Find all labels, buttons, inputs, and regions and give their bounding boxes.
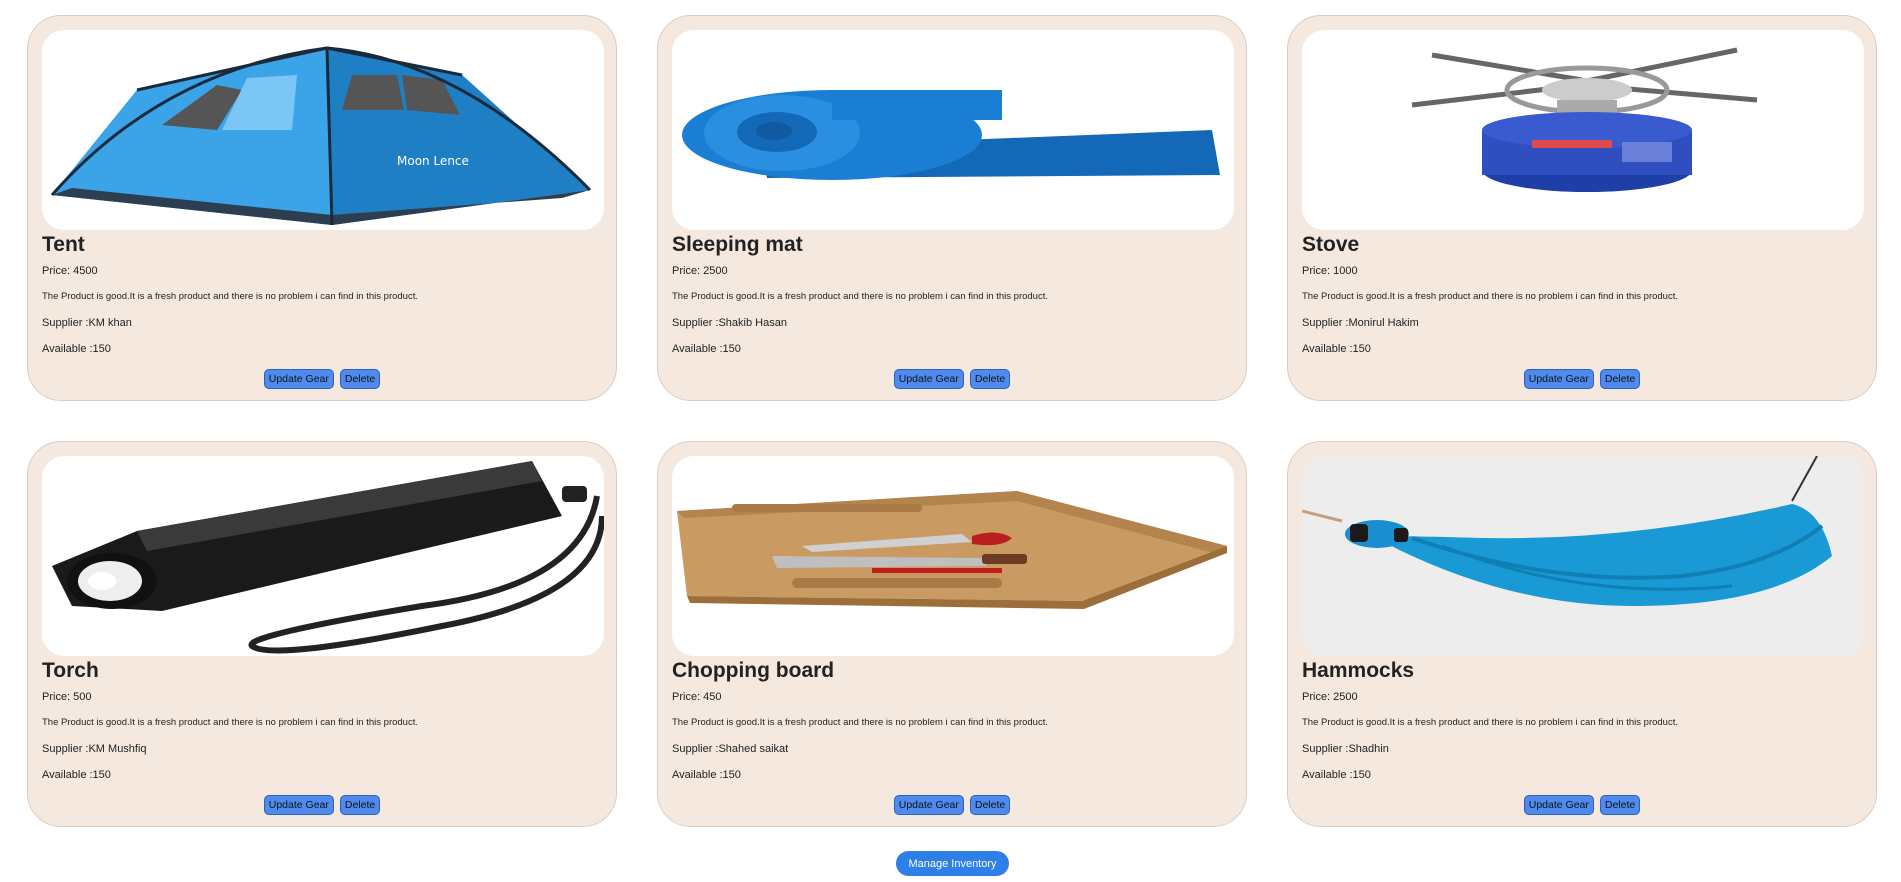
product-description: The Product is good.It is a fresh produc…	[1302, 291, 1678, 302]
update-gear-button[interactable]: Update Gear	[263, 369, 334, 389]
product-title: Hammocks	[1302, 659, 1415, 682]
product-price: Price: 1000	[1302, 265, 1358, 277]
delete-button[interactable]: Delete	[339, 795, 381, 815]
tent-image: Moon Lence	[42, 30, 604, 230]
product-supplier: Supplier :Shahed saikat	[672, 743, 789, 755]
update-gear-button[interactable]: Update Gear	[893, 795, 964, 815]
card-actions: Update Gear Delete	[1302, 795, 1862, 815]
delete-button[interactable]: Delete	[969, 795, 1011, 815]
product-description: The Product is good.It is a fresh produc…	[42, 717, 418, 728]
product-description: The Product is good.It is a fresh produc…	[42, 291, 418, 302]
update-gear-button[interactable]: Update Gear	[263, 795, 334, 815]
product-description: The Product is good.It is a fresh produc…	[672, 717, 1048, 728]
product-available: Available :150	[1302, 769, 1371, 781]
product-price: Price: 2500	[672, 265, 728, 277]
card-actions: Update Gear Delete	[1302, 369, 1862, 389]
product-card: Hammocks Price: 2500 The Product is good…	[1287, 441, 1877, 827]
update-gear-button[interactable]: Update Gear	[1523, 369, 1594, 389]
product-available: Available :150	[1302, 343, 1371, 355]
product-title: Stove	[1302, 233, 1360, 256]
delete-button[interactable]: Delete	[1599, 795, 1641, 815]
hammock-image	[1302, 456, 1864, 656]
product-supplier: Supplier :KM Mushfiq	[42, 743, 147, 755]
product-card: Sleeping mat Price: 2500 The Product is …	[657, 15, 1247, 401]
product-available: Available :150	[672, 769, 741, 781]
product-available: Available :150	[42, 769, 111, 781]
delete-button[interactable]: Delete	[969, 369, 1011, 389]
delete-button[interactable]: Delete	[1599, 369, 1641, 389]
chopping-board-image	[672, 456, 1234, 656]
product-description: The Product is good.It is a fresh produc…	[1302, 717, 1678, 728]
product-card: Stove Price: 1000 The Product is good.It…	[1287, 15, 1877, 401]
product-price: Price: 4500	[42, 265, 98, 277]
product-price: Price: 500	[42, 691, 92, 703]
tent-logo-text: Moon Lence	[397, 154, 469, 168]
product-card: Chopping board Price: 450 The Product is…	[657, 441, 1247, 827]
product-available: Available :150	[42, 343, 111, 355]
manage-inventory-button[interactable]: Manage Inventory	[896, 851, 1009, 876]
delete-button[interactable]: Delete	[339, 369, 381, 389]
product-card: Moon Lence Tent Price: 4500 The Product …	[27, 15, 617, 401]
product-title: Torch	[42, 659, 99, 682]
product-supplier: Supplier :KM khan	[42, 317, 132, 329]
product-supplier: Supplier :Shadhin	[1302, 743, 1389, 755]
product-price: Price: 450	[672, 691, 722, 703]
product-title: Tent	[42, 233, 85, 256]
product-supplier: Supplier :Monirul Hakim	[1302, 317, 1419, 329]
product-available: Available :150	[672, 343, 741, 355]
product-title: Sleeping mat	[672, 233, 803, 256]
product-description: The Product is good.It is a fresh produc…	[672, 291, 1048, 302]
stove-image	[1302, 30, 1864, 230]
update-gear-button[interactable]: Update Gear	[893, 369, 964, 389]
update-gear-button[interactable]: Update Gear	[1523, 795, 1594, 815]
product-supplier: Supplier :Shakib Hasan	[672, 317, 787, 329]
card-actions: Update Gear Delete	[42, 369, 602, 389]
card-actions: Update Gear Delete	[672, 795, 1232, 815]
product-title: Chopping board	[672, 659, 835, 682]
sleeping-mat-image	[672, 30, 1234, 230]
torch-image	[42, 456, 604, 656]
card-actions: Update Gear Delete	[672, 369, 1232, 389]
product-grid: Moon Lence Tent Price: 4500 The Product …	[27, 15, 1877, 827]
product-card: Torch Price: 500 The Product is good.It …	[27, 441, 617, 827]
product-price: Price: 2500	[1302, 691, 1358, 703]
card-actions: Update Gear Delete	[42, 795, 602, 815]
